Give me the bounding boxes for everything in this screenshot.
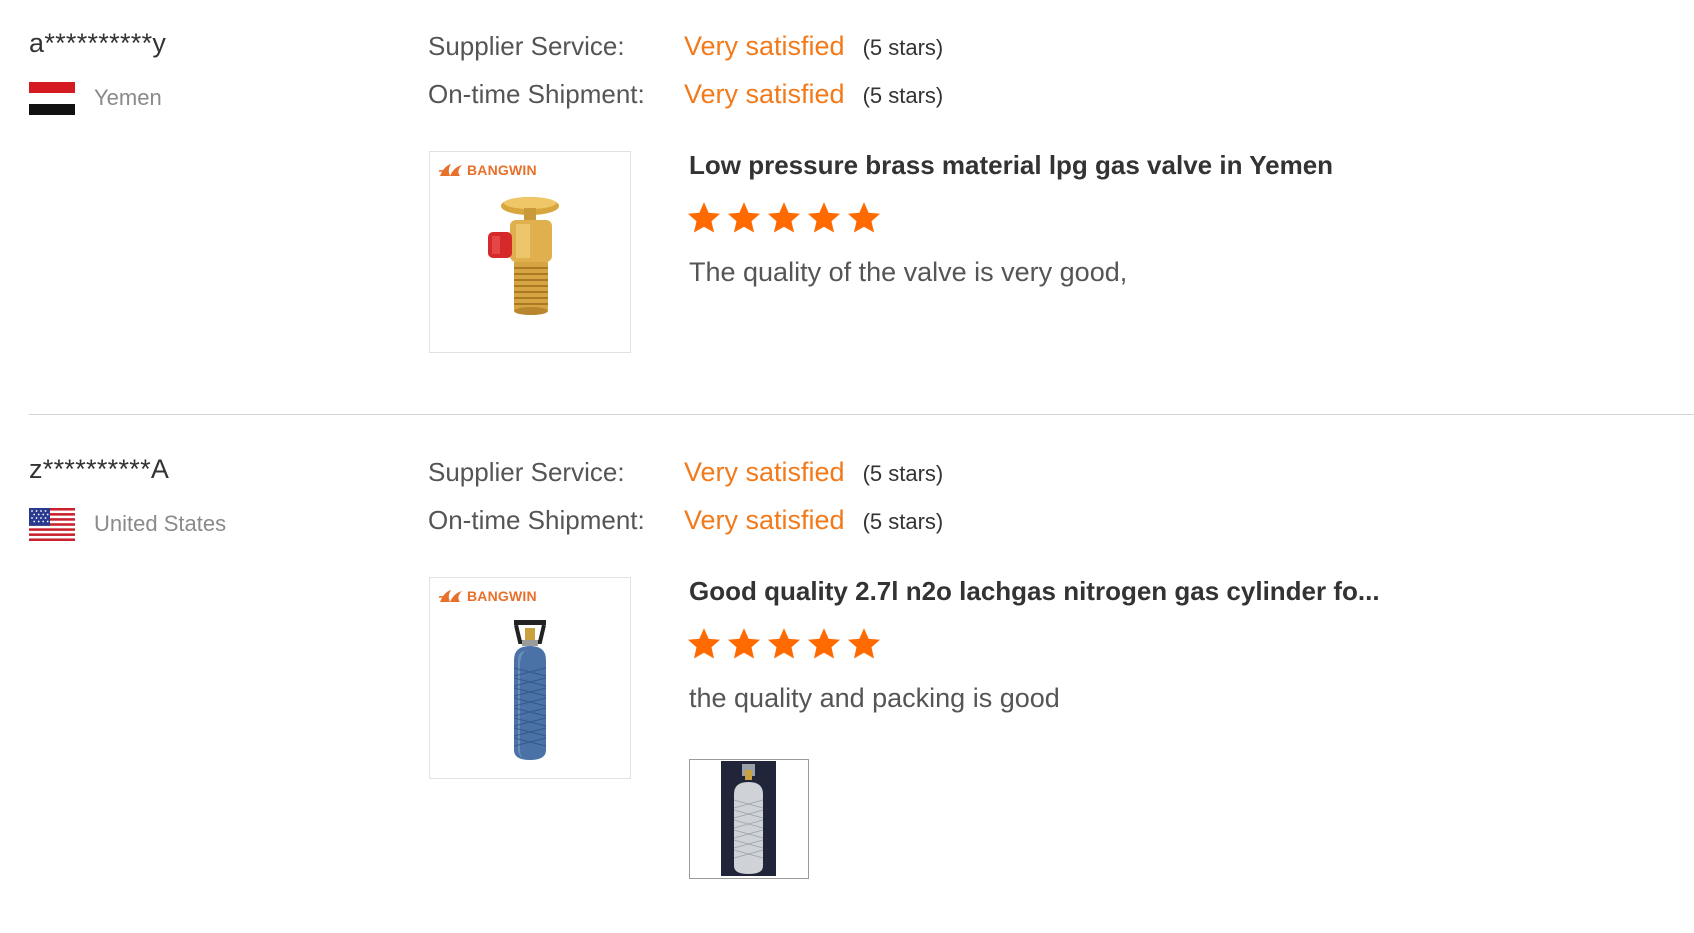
star-rating — [686, 200, 886, 236]
review-divider — [29, 414, 1694, 415]
us-flag-icon — [29, 507, 75, 541]
brand-name: BANGWIN — [467, 588, 537, 604]
star-icon — [727, 628, 761, 659]
supplier-service-rating: Supplier Service: Very satisfied (5 star… — [428, 457, 943, 491]
brand-name: BANGWIN — [467, 162, 537, 178]
bangwin-logo-icon — [438, 590, 462, 602]
rating-stars-count: (5 stars) — [862, 35, 944, 60]
reviewer-country: Yemen — [29, 80, 162, 116]
star-icon — [767, 628, 801, 659]
rating-value: Very satisfied — [684, 505, 845, 535]
product-title[interactable]: Good quality 2.7l n2o lachgas nitrogen g… — [689, 576, 1380, 607]
rating-value: Very satisfied — [684, 31, 845, 61]
country-name: United States — [94, 511, 227, 536]
review-comment: The quality of the valve is very good, — [689, 257, 1128, 287]
shipment-rating: On-time Shipment: Very satisfied (5 star… — [428, 79, 943, 113]
brand-logo: BANGWIN — [438, 588, 537, 604]
bangwin-logo-icon — [438, 164, 462, 176]
cylinder-photo-thumbnail — [721, 761, 776, 876]
product-thumbnail[interactable]: BANGWIN — [429, 151, 631, 353]
review-photo-attachment[interactable] — [689, 759, 809, 879]
rating-stars-count: (5 stars) — [862, 83, 944, 108]
star-rating — [686, 626, 886, 662]
rating-value: Very satisfied — [684, 79, 845, 109]
star-icon — [767, 202, 801, 233]
rating-label: Supplier Service: — [428, 31, 625, 61]
supplier-service-rating: Supplier Service: Very satisfied (5 star… — [428, 31, 943, 65]
rating-stars-count: (5 stars) — [862, 509, 944, 534]
rating-label: On-time Shipment: — [428, 79, 645, 109]
product-title[interactable]: Low pressure brass material lpg gas valv… — [689, 150, 1333, 181]
product-thumbnail[interactable]: BANGWIN — [429, 577, 631, 779]
country-name: Yemen — [94, 85, 162, 110]
reviewer-country: United States — [29, 506, 226, 542]
brass-gas-valve-image — [488, 197, 559, 315]
star-icon — [687, 628, 721, 659]
rating-value: Very satisfied — [684, 457, 845, 487]
yemen-flag-icon — [29, 81, 75, 115]
brand-logo: BANGWIN — [438, 162, 537, 178]
star-icon — [847, 202, 881, 233]
star-icon — [807, 628, 841, 659]
shipment-rating: On-time Shipment: Very satisfied (5 star… — [428, 505, 943, 539]
rating-stars-count: (5 stars) — [862, 461, 944, 486]
reviewer-name: z**********A — [29, 454, 170, 484]
star-icon — [687, 202, 721, 233]
review-item: z**********A United States Supplier Serv… — [0, 426, 1694, 926]
blue-gas-cylinder-image — [513, 620, 547, 760]
rating-label: On-time Shipment: — [428, 505, 645, 535]
rating-label: Supplier Service: — [428, 457, 625, 487]
reviewer-name: a**********y — [29, 28, 167, 58]
star-icon — [807, 202, 841, 233]
review-comment: the quality and packing is good — [689, 683, 1060, 713]
star-icon — [727, 202, 761, 233]
star-icon — [847, 628, 881, 659]
review-item: a**********y Yemen Supplier Service: Ver… — [0, 0, 1694, 410]
